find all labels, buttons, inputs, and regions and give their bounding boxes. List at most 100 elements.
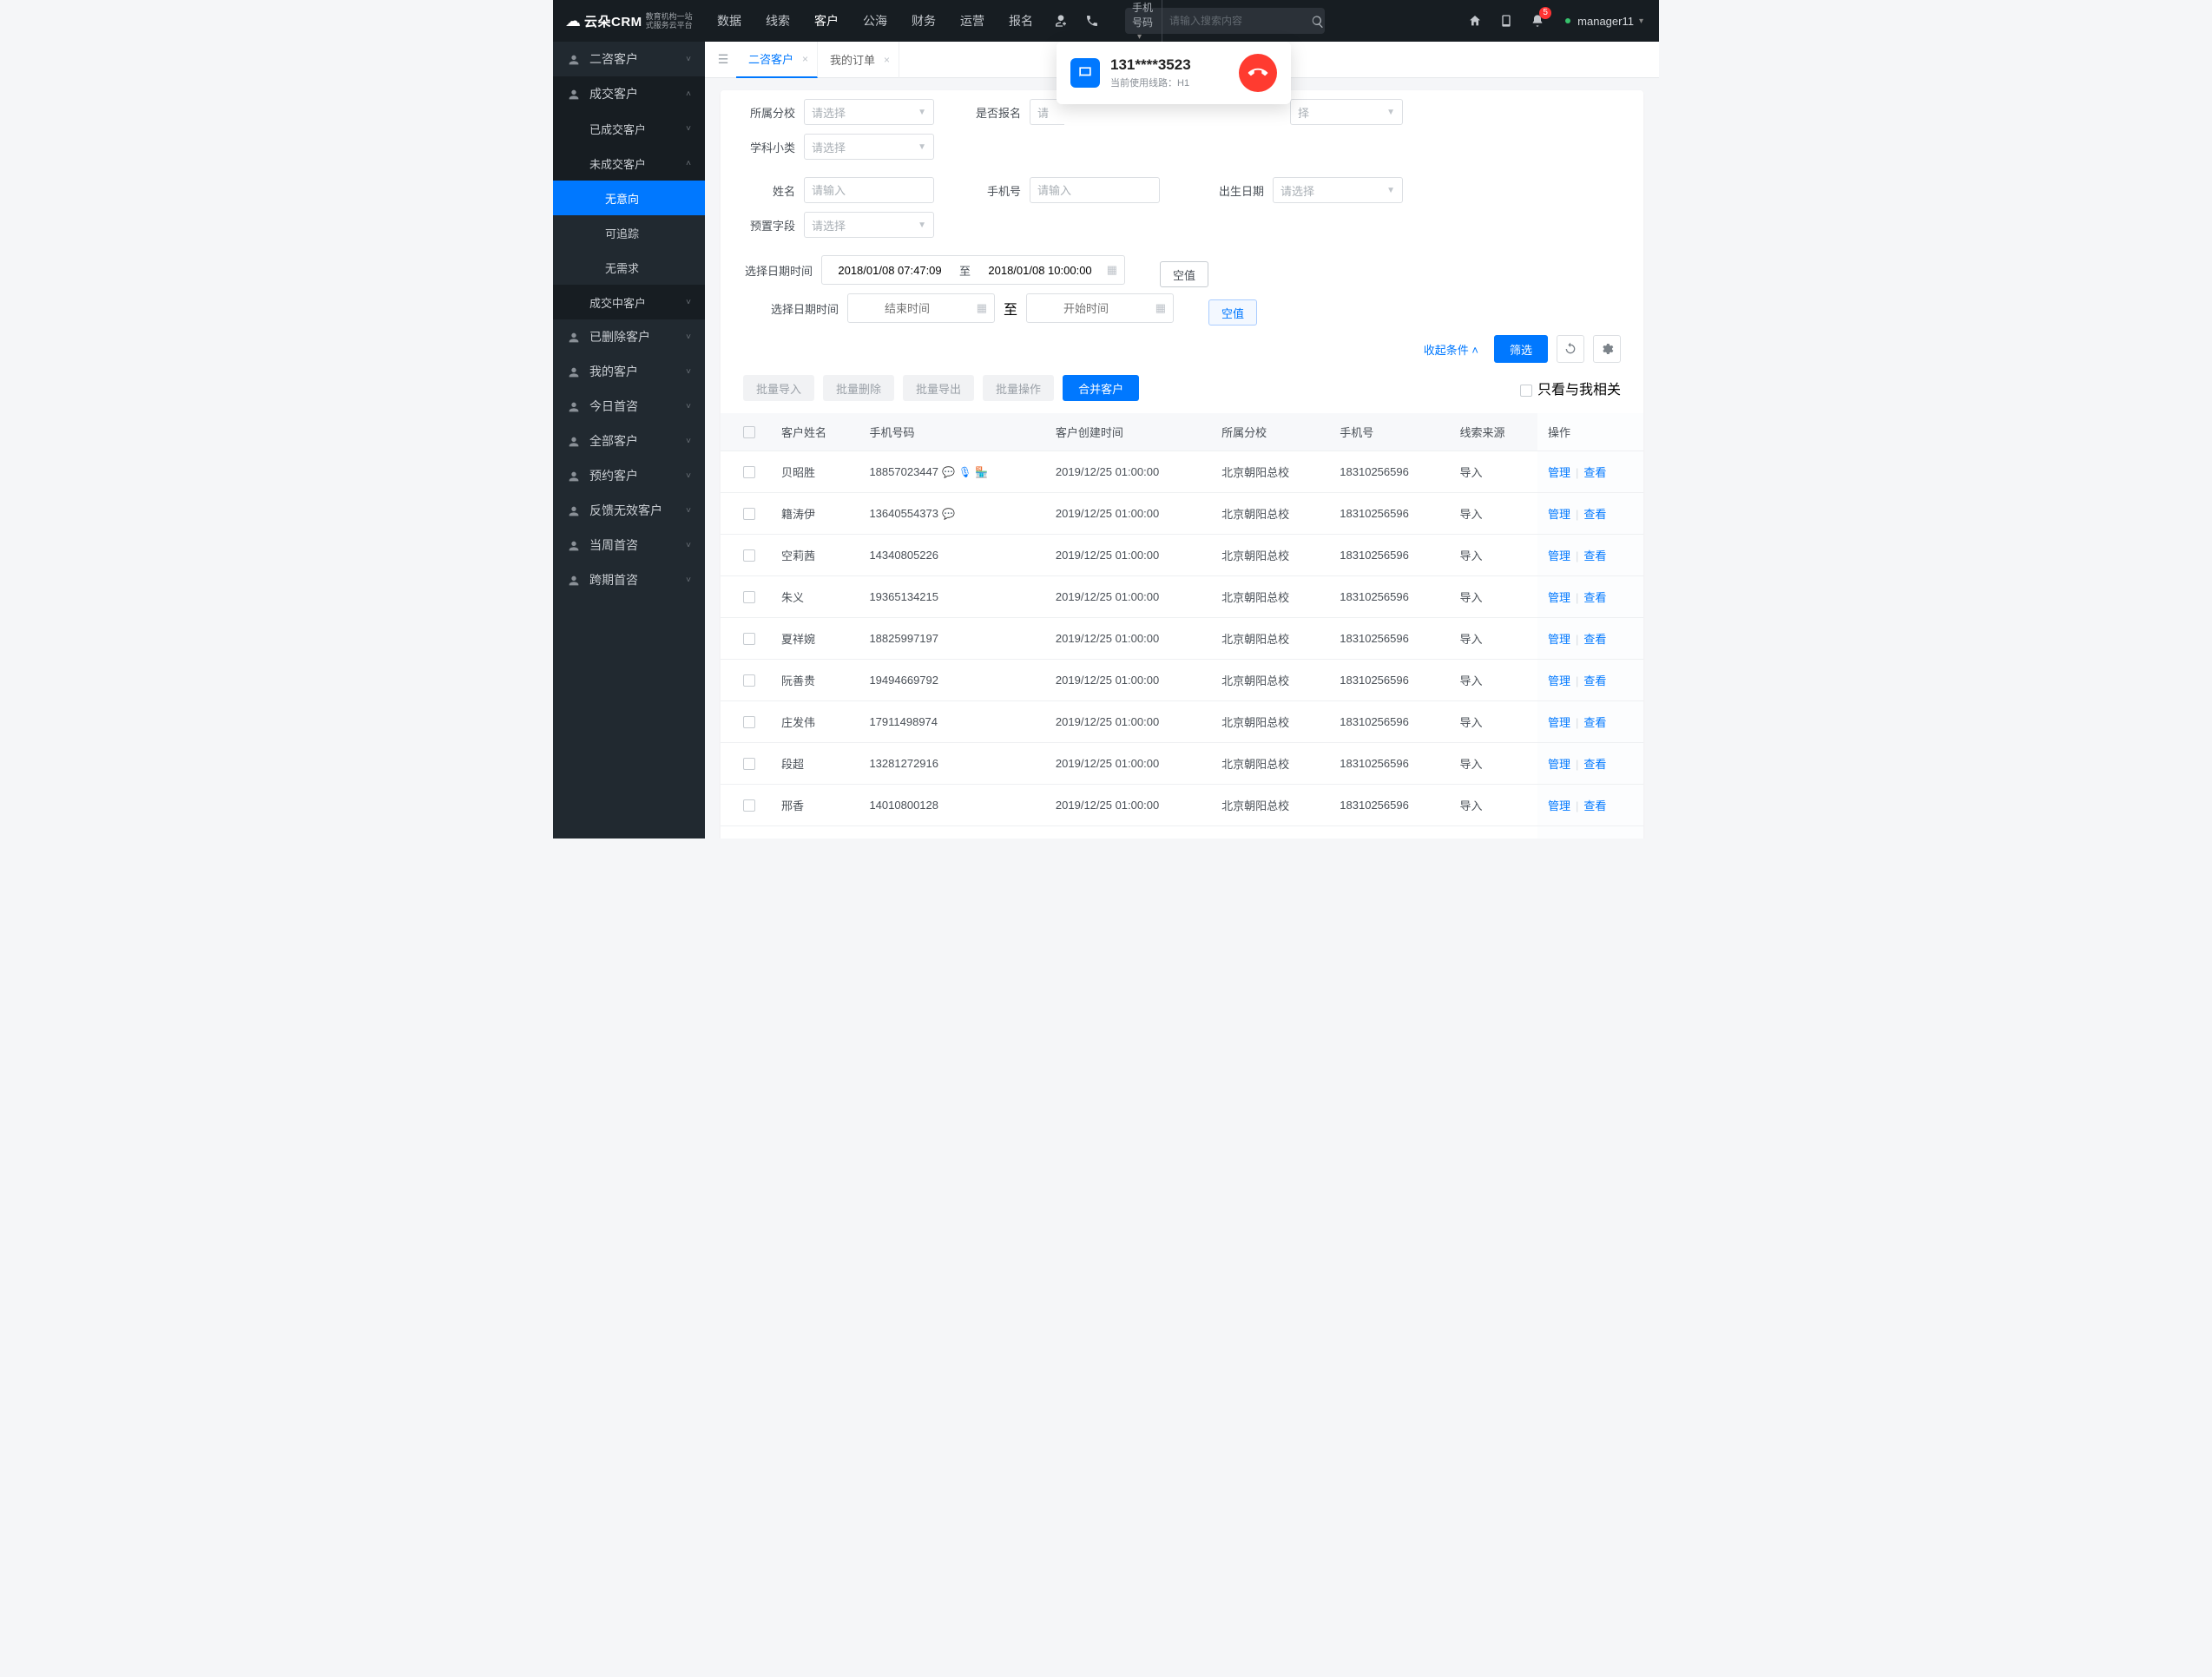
sidebar-item-无需求[interactable]: 无需求	[553, 250, 705, 285]
view-link[interactable]: 查看	[1583, 591, 1606, 604]
call-icon[interactable]	[1076, 0, 1108, 42]
row-checkbox[interactable]	[743, 799, 755, 812]
nav-线索[interactable]: 线索	[754, 0, 802, 42]
search-input[interactable]	[1162, 15, 1311, 27]
nav-报名[interactable]: 报名	[997, 0, 1045, 42]
empty-button-2[interactable]: 空值	[1208, 299, 1257, 326]
sidebar-item-我的客户[interactable]: 我的客户˅	[553, 354, 705, 389]
sidebar-item-成交中客户[interactable]: 成交中客户˅	[553, 285, 705, 319]
tab-二咨客户[interactable]: 二咨客户×	[736, 42, 818, 78]
nav-数据[interactable]: 数据	[705, 0, 754, 42]
batch-import-button[interactable]: 批量导入	[743, 375, 814, 401]
nav-公海[interactable]: 公海	[851, 0, 899, 42]
manage-link[interactable]: 管理	[1548, 758, 1570, 771]
settings-button[interactable]	[1593, 335, 1621, 363]
only-mine-checkbox[interactable]: 只看与我相关	[1520, 378, 1621, 398]
home-icon[interactable]	[1459, 0, 1491, 42]
chat-icon[interactable]: 💬	[942, 466, 955, 478]
daterange-2-end[interactable]	[1034, 302, 1138, 315]
nav-客户[interactable]: 客户	[802, 0, 851, 42]
sidebar-item-二咨客户[interactable]: 二咨客户˅	[553, 42, 705, 76]
sidebar-item-反馈无效客户[interactable]: 反馈无效客户˅	[553, 493, 705, 528]
row-checkbox[interactable]	[743, 674, 755, 687]
sidebar-item-当周首咨[interactable]: 当周首咨˅	[553, 528, 705, 562]
add-user-icon[interactable]	[1045, 0, 1076, 42]
store-icon[interactable]: 🏪	[975, 466, 988, 478]
input-name[interactable]	[804, 177, 934, 203]
nav-财务[interactable]: 财务	[899, 0, 948, 42]
sidebar-item-今日首咨[interactable]: 今日首咨˅	[553, 389, 705, 424]
select-preset[interactable]: 请选择▼	[804, 212, 934, 238]
input-phone[interactable]	[1030, 177, 1160, 203]
tab-我的订单[interactable]: 我的订单×	[818, 42, 899, 78]
select-branch[interactable]: 请选择▼	[804, 99, 934, 125]
sidebar-item-成交客户[interactable]: 成交客户˄	[553, 76, 705, 111]
chat-icon[interactable]: 💬	[942, 508, 955, 520]
close-icon[interactable]: ×	[802, 53, 808, 65]
filter-button[interactable]: 筛选	[1494, 335, 1548, 363]
collapse-filters-link[interactable]: 收起条件 ˄	[1424, 341, 1478, 358]
daterange-1-start[interactable]	[829, 264, 951, 277]
select-subject[interactable]: 请选择▼	[804, 134, 934, 160]
manage-link[interactable]: 管理	[1548, 549, 1570, 562]
close-icon[interactable]: ×	[884, 54, 890, 66]
row-checkbox[interactable]	[743, 508, 755, 520]
manage-link[interactable]: 管理	[1548, 633, 1570, 646]
manage-link[interactable]: 管理	[1548, 508, 1570, 521]
search-type-select[interactable]: 手机号码 ▾	[1125, 0, 1162, 42]
sidebar-item-全部客户[interactable]: 全部客户˅	[553, 424, 705, 458]
mobile-icon[interactable]	[1491, 0, 1522, 42]
daterange-1[interactable]: 至 ▦	[821, 255, 1125, 285]
row-checkbox[interactable]	[743, 591, 755, 603]
view-link[interactable]: 查看	[1583, 716, 1606, 729]
row-checkbox[interactable]	[743, 633, 755, 645]
sidebar-item-预约客户[interactable]: 预约客户˅	[553, 458, 705, 493]
row-checkbox[interactable]	[743, 549, 755, 562]
table-row: 邢香140108001282019/12/25 01:00:00北京朝阳总校18…	[721, 785, 1643, 826]
manage-link[interactable]: 管理	[1548, 799, 1570, 812]
sidebar-item-无意向[interactable]: 无意向	[553, 181, 705, 215]
sidebar-item-未成交客户[interactable]: 未成交客户˄	[553, 146, 705, 181]
hangup-button[interactable]	[1239, 54, 1277, 92]
batch-delete-button[interactable]: 批量删除	[823, 375, 894, 401]
nav-运营[interactable]: 运营	[948, 0, 997, 42]
row-checkbox[interactable]	[743, 716, 755, 728]
daterange-2[interactable]: ▦	[847, 293, 995, 323]
view-link[interactable]: 查看	[1583, 633, 1606, 646]
row-checkbox[interactable]	[743, 466, 755, 478]
select-enrolled-tail[interactable]: 择▼	[1290, 99, 1403, 125]
merge-customer-button[interactable]: 合并客户	[1063, 375, 1139, 401]
view-link[interactable]: 查看	[1583, 674, 1606, 687]
select-birth[interactable]: 请选择▼	[1273, 177, 1403, 203]
batch-export-button[interactable]: 批量导出	[903, 375, 974, 401]
search-button[interactable]	[1311, 13, 1325, 28]
sidebar-item-已成交客户[interactable]: 已成交客户˅	[553, 111, 705, 146]
manage-link[interactable]: 管理	[1548, 674, 1570, 687]
label-birth: 出生日期	[1195, 182, 1264, 199]
empty-button-1[interactable]: 空值	[1160, 261, 1208, 287]
sidebar-item-可追踪[interactable]: 可追踪	[553, 215, 705, 250]
manage-link[interactable]: 管理	[1548, 591, 1570, 604]
sidebar-item-已删除客户[interactable]: 已删除客户˅	[553, 319, 705, 354]
daterange-2b[interactable]: ▦	[1026, 293, 1174, 323]
view-link[interactable]: 查看	[1583, 758, 1606, 771]
checkbox-all[interactable]	[743, 426, 755, 438]
batch-op-button[interactable]: 批量操作	[983, 375, 1054, 401]
row-checkbox[interactable]	[743, 758, 755, 770]
refresh-button[interactable]	[1557, 335, 1584, 363]
voice-icon[interactable]: 🎙	[958, 466, 971, 478]
sidebar-item-跨期首咨[interactable]: 跨期首咨˅	[553, 562, 705, 597]
view-link[interactable]: 查看	[1583, 466, 1606, 479]
view-link[interactable]: 查看	[1583, 549, 1606, 562]
cell-actions: 管理|查看	[1537, 618, 1643, 660]
manage-link[interactable]: 管理	[1548, 716, 1570, 729]
user-menu[interactable]: manager11 ▾	[1565, 15, 1643, 28]
sidebar-item-label: 二咨客户	[589, 50, 638, 68]
daterange-2-start[interactable]	[855, 302, 959, 315]
view-link[interactable]: 查看	[1583, 799, 1606, 812]
sidebar-toggle-icon[interactable]: ☰	[710, 52, 736, 67]
bell-icon[interactable]: 5	[1522, 0, 1553, 42]
view-link[interactable]: 查看	[1583, 508, 1606, 521]
daterange-1-end[interactable]	[979, 264, 1101, 277]
manage-link[interactable]: 管理	[1548, 466, 1570, 479]
